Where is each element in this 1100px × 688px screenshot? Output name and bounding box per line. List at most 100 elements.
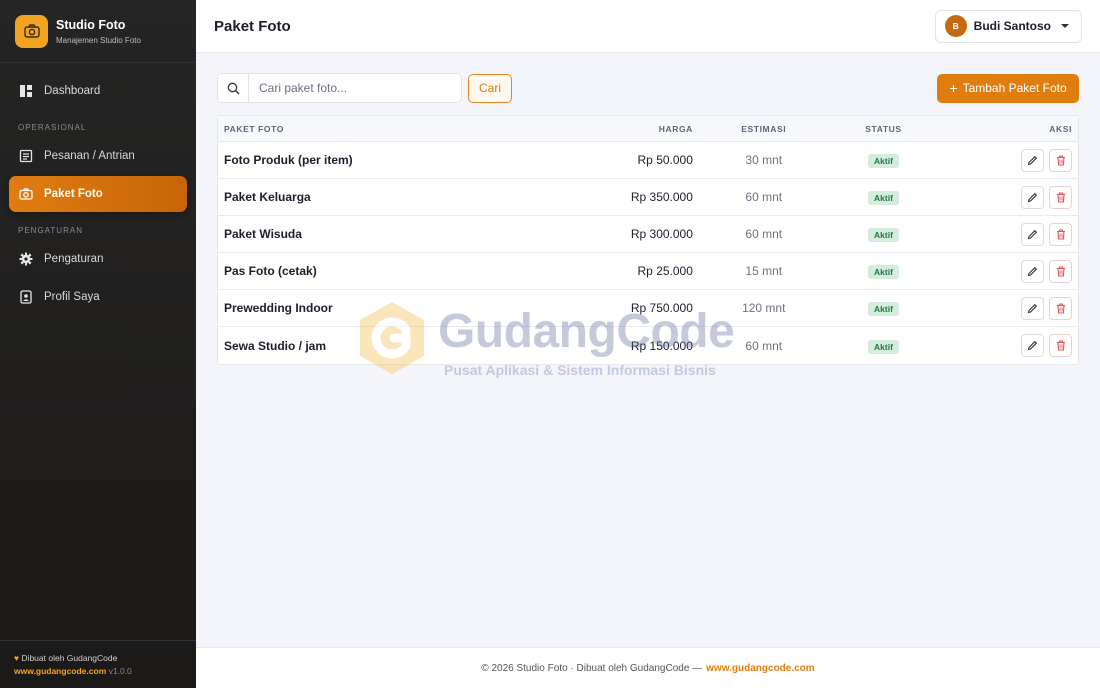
sidebar: Studio Foto Manajemen Studio Foto Dashbo…: [0, 0, 196, 688]
sidebar-item-label: Dashboard: [44, 85, 101, 97]
sidebar-nav: Dashboard OPERASIONAL Pesanan / Antrian …: [0, 63, 196, 315]
package-price: Rp 25.000: [637, 264, 693, 278]
pencil-icon: [1027, 266, 1038, 276]
status-badge: Aktif: [868, 191, 899, 205]
header-harga: HARGA: [658, 123, 693, 134]
status-badge: Aktif: [868, 228, 899, 242]
package-name: Paket Keluarga: [224, 190, 311, 204]
sidebar-item-label: Pesanan / Antrian: [44, 150, 135, 162]
gear-icon: [19, 252, 33, 266]
toolbar: Cari + Tambah Paket Foto: [217, 73, 1079, 103]
table-row: Paket Keluarga Rp 350.000 60 mnt Aktif: [218, 179, 1078, 216]
section-pengaturan: PENGATURAN: [18, 226, 83, 235]
status-badge: Aktif: [868, 302, 899, 316]
pencil-icon: [1027, 155, 1038, 165]
trash-icon: [1056, 266, 1065, 277]
brand-name: Studio Foto: [56, 17, 126, 32]
delete-button[interactable]: [1049, 334, 1073, 357]
search-button[interactable]: Cari: [468, 73, 513, 103]
table-row: Paket Wisuda Rp 300.000 60 mnt Aktif: [218, 216, 1078, 253]
package-name: Foto Produk (per item): [224, 153, 353, 167]
header-aksi: AKSI: [1049, 123, 1073, 134]
footer-version: v1.0.0: [108, 666, 132, 676]
add-package-label: Tambah Paket Foto: [962, 81, 1067, 95]
avatar: B: [944, 15, 967, 37]
package-estimate: 60 mnt: [745, 338, 783, 353]
package-name: Sewa Studio / jam: [224, 338, 327, 353]
page-footer: © 2026 Studio Foto · Dibuat oleh GudangC…: [196, 647, 1100, 688]
caret-down-icon: [1061, 24, 1069, 28]
trash-icon: [1056, 303, 1065, 314]
package-price: Rp 50.000: [637, 153, 693, 167]
camera-logo-icon: [15, 14, 48, 48]
package-estimate: 60 mnt: [745, 190, 783, 204]
table-header: PAKET FOTO HARGA ESTIMASI STATUS AKSI: [218, 116, 1078, 142]
trash-icon: [1056, 155, 1065, 166]
footer-link[interactable]: www.gudangcode.com: [706, 663, 815, 674]
dashboard-icon: [19, 84, 33, 98]
header-estimasi: ESTIMASI: [741, 123, 787, 134]
heart-icon: ♥: [14, 653, 20, 663]
footer-url-link[interactable]: www.gudangcode.com: [14, 666, 106, 676]
table-row: Sewa Studio / jam Rp 150.000 60 mnt Akti…: [218, 327, 1078, 364]
package-name: Paket Wisuda: [224, 227, 302, 241]
package-price: Rp 150.000: [630, 338, 693, 353]
package-estimate: 120 mnt: [742, 301, 786, 315]
plus-icon: +: [949, 80, 958, 96]
status-badge: Aktif: [868, 154, 899, 168]
search-group: Cari: [217, 73, 513, 103]
search-input[interactable]: [249, 74, 461, 102]
edit-button[interactable]: [1021, 185, 1045, 209]
brand-subtitle: Manajemen Studio Foto: [56, 35, 141, 45]
trash-icon: [1056, 340, 1065, 351]
camera-icon: [19, 187, 33, 201]
main-content: Cari + Tambah Paket Foto PAKET FOTO HARG…: [196, 53, 1100, 647]
pencil-icon: [1027, 303, 1038, 313]
pencil-icon: [1027, 340, 1038, 351]
footer-credit: Dibuat oleh GudangCode: [21, 653, 118, 663]
sidebar-item-pengaturan[interactable]: Pengaturan: [9, 241, 187, 277]
sidebar-item-label: Profil Saya: [44, 291, 100, 303]
package-price: Rp 350.000: [630, 190, 693, 204]
sidebar-item-paket-foto[interactable]: Paket Foto: [9, 176, 187, 212]
package-estimate: 30 mnt: [745, 153, 783, 167]
footer-text: © 2026 Studio Foto · Dibuat oleh GudangC…: [481, 662, 703, 674]
delete-button[interactable]: [1049, 185, 1073, 209]
sidebar-item-dashboard[interactable]: Dashboard: [9, 73, 187, 109]
edit-button[interactable]: [1021, 148, 1045, 172]
edit-button[interactable]: [1021, 334, 1045, 357]
table-row: Foto Produk (per item) Rp 50.000 30 mnt …: [218, 142, 1078, 179]
status-badge: Aktif: [868, 339, 899, 354]
search-icon: [218, 74, 249, 102]
section-operasional: OPERASIONAL: [18, 123, 87, 132]
page-title: Paket Foto: [214, 17, 291, 35]
sidebar-item-label: Paket Foto: [44, 188, 103, 200]
table-row: Prewedding Indoor Rp 750.000 120 mnt Akt…: [218, 290, 1078, 327]
search-box: [217, 73, 462, 103]
user-menu-button[interactable]: B Budi Santoso: [934, 9, 1082, 43]
package-estimate: 15 mnt: [745, 264, 783, 278]
package-estimate: 60 mnt: [745, 227, 783, 241]
delete-button[interactable]: [1049, 148, 1073, 172]
table-row: Pas Foto (cetak) Rp 25.000 15 mnt Aktif: [218, 253, 1078, 290]
edit-button[interactable]: [1021, 259, 1045, 283]
package-price: Rp 750.000: [630, 301, 693, 315]
edit-button[interactable]: [1021, 296, 1045, 320]
trash-icon: [1056, 192, 1065, 203]
delete-button[interactable]: [1049, 296, 1073, 320]
trash-icon: [1056, 229, 1065, 240]
add-package-button[interactable]: + Tambah Paket Foto: [937, 73, 1079, 103]
header-paket-foto: PAKET FOTO: [224, 123, 284, 134]
header-status: STATUS: [865, 123, 902, 134]
edit-button[interactable]: [1021, 222, 1045, 246]
list-icon: [19, 149, 33, 163]
pencil-icon: [1027, 229, 1038, 239]
status-badge: Aktif: [868, 265, 899, 279]
package-name: Prewedding Indoor: [224, 301, 333, 315]
delete-button[interactable]: [1049, 222, 1073, 246]
sidebar-item-pesanan[interactable]: Pesanan / Antrian: [9, 138, 187, 174]
delete-button[interactable]: [1049, 259, 1073, 283]
package-name: Pas Foto (cetak): [224, 264, 317, 278]
id-badge-icon: [19, 290, 33, 304]
sidebar-item-profil[interactable]: Profil Saya: [9, 279, 187, 315]
